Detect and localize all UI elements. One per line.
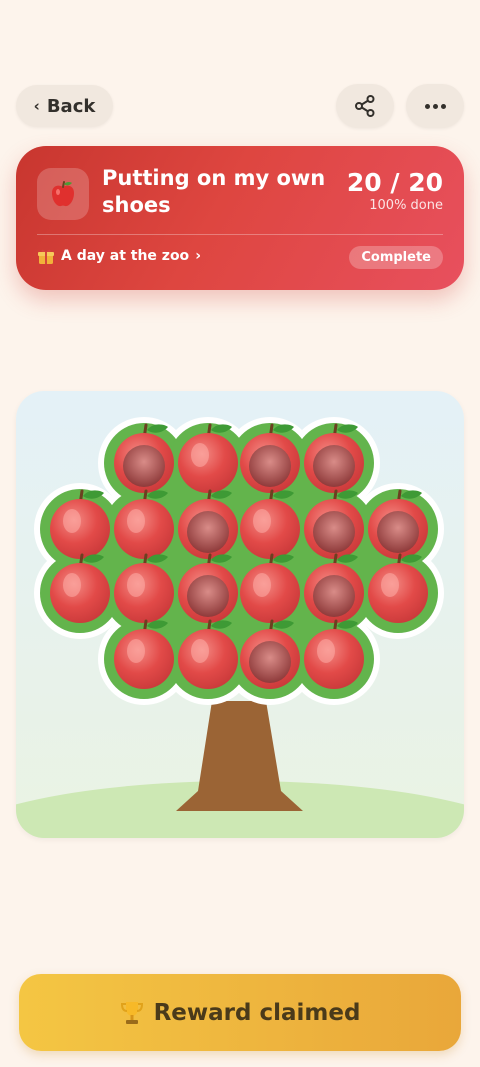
goal-divider <box>37 234 443 235</box>
goal-title: Putting on my own shoes <box>102 166 326 217</box>
more-dots-icon <box>424 103 446 109</box>
status-badge: Complete <box>349 246 443 269</box>
tree-trunk <box>176 701 303 811</box>
gift-icon <box>38 249 54 264</box>
share-button[interactable] <box>336 84 394 128</box>
back-label: Back <box>46 95 96 117</box>
goal-percent: 100% done <box>369 198 443 213</box>
reward-link[interactable]: A day at the zoo › <box>37 247 201 265</box>
apple-icon <box>52 181 74 207</box>
trophy-icon <box>120 1001 143 1024</box>
reward-text: A day at the zoo <box>61 248 190 264</box>
chevron-right-icon: › <box>195 248 201 264</box>
chevron-left-icon: ‹ <box>33 97 40 115</box>
apple-tree-panel <box>16 391 464 838</box>
goal-card: Putting on my own shoes 20 / 20 100% don… <box>16 146 464 290</box>
reward-claimed-button[interactable]: Reward claimed <box>19 974 461 1051</box>
share-icon <box>355 95 375 117</box>
back-button[interactable]: ‹ Back <box>16 85 113 127</box>
reward-button-label: Reward claimed <box>153 999 361 1026</box>
more-options-button[interactable] <box>406 84 464 128</box>
goal-count: 20 / 20 <box>346 168 443 197</box>
goal-icon-box <box>37 168 89 220</box>
top-bar: ‹ Back <box>16 84 464 128</box>
apple-tree <box>16 417 464 838</box>
